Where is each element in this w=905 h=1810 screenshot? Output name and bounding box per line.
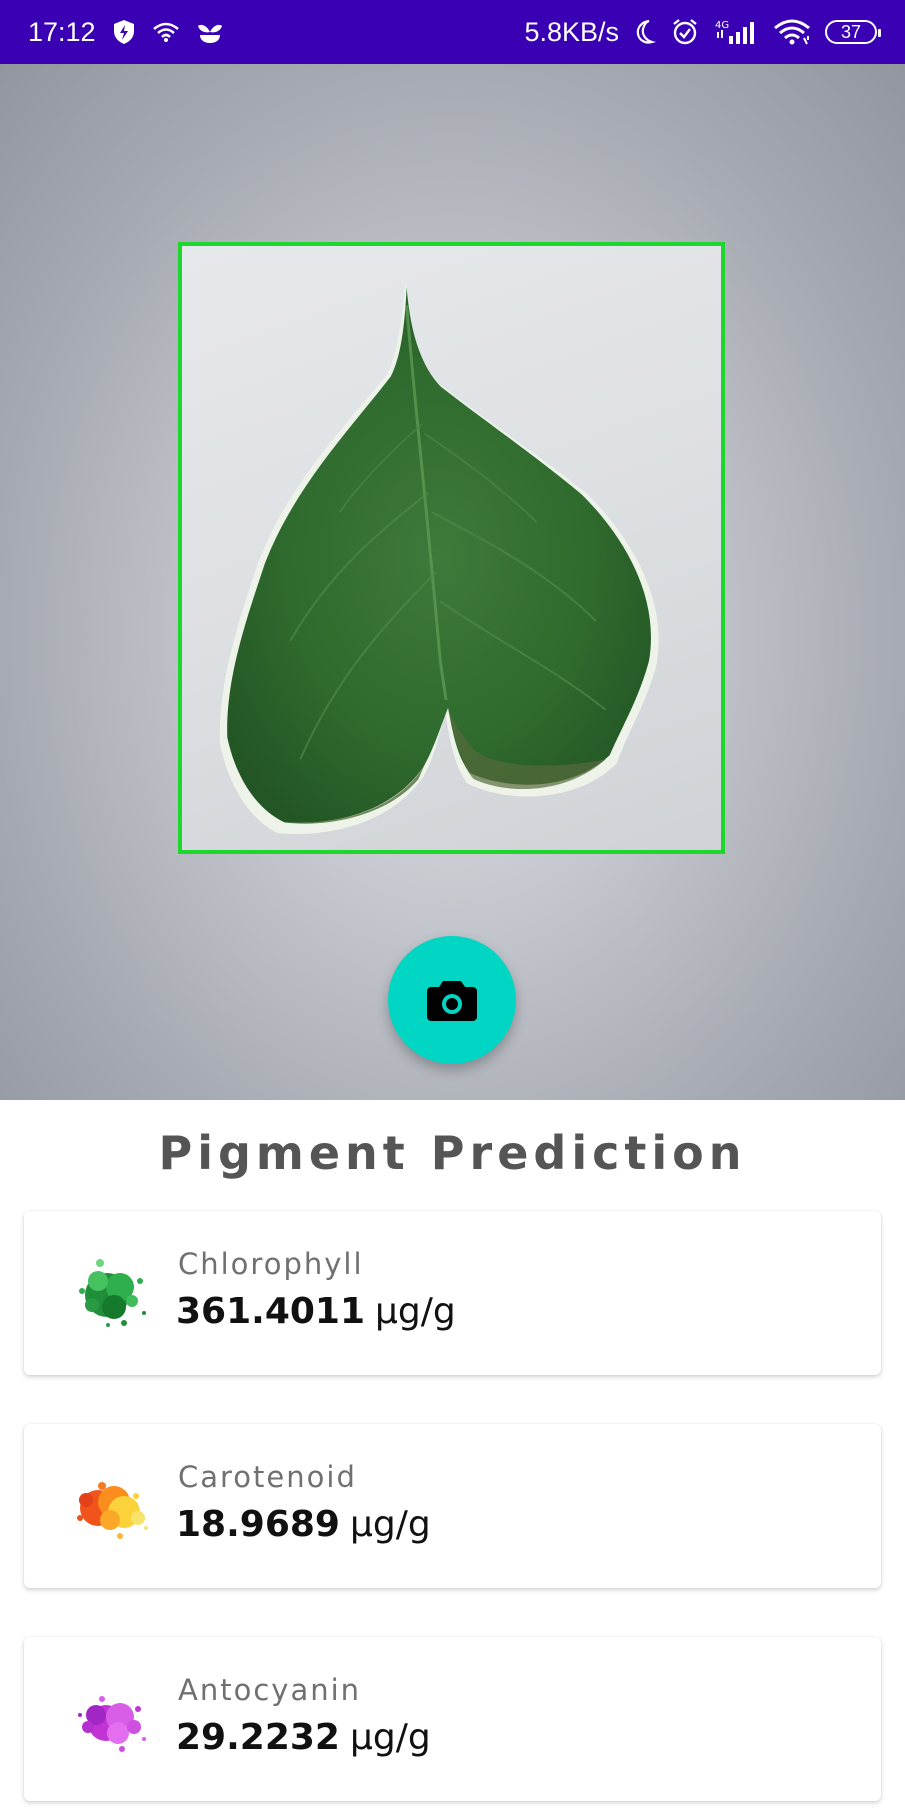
leaf-detection-frame [178,242,725,854]
pigment-value-number: 361.4011 [176,1291,366,1332]
moon-icon [633,19,657,45]
wifi-icon [773,18,811,46]
results-title: Pigment Prediction [158,1126,747,1180]
capture-button[interactable] [388,936,516,1064]
alarm-icon [671,18,699,46]
network-speed: 5.8KB/s [524,16,619,47]
pigment-name: Antocyanin [178,1673,362,1707]
green-paint-splash-icon [79,1259,146,1327]
shield-bolt-icon [112,19,136,45]
pigment-name: Carotenoid [178,1460,357,1494]
pigment-value-unit: µg/g [349,1717,431,1758]
battery-level: 37 [840,21,862,42]
pigment-card-carotenoid: Carotenoid 18.9689 µg/g [24,1424,881,1588]
status-bar: 17:12 5.8KB/s 4G 37 [0,0,905,64]
status-time: 17:12 [28,16,96,47]
pigment-card-antocyanin: Antocyanin 29.2232 µg/g [24,1637,881,1801]
pigment-value-unit: µg/g [375,1291,456,1332]
camera-preview [0,64,905,1100]
pigment-name: Chlorophyll [178,1247,364,1281]
camera-icon [427,981,477,1021]
leaf-image [219,281,659,835]
pigment-value: 361.4011 µg/g [176,1291,456,1332]
status-bar-left: 17:12 [28,17,224,48]
pigment-value: 29.2232 µg/g [176,1717,431,1758]
results-panel: Pigment Prediction Chlorophyll 361.4011 µ… [0,1100,905,1810]
battery-icon: 37 [825,20,881,44]
network-type-label: 4G [715,20,729,31]
pigment-value: 18.9689 µg/g [176,1504,431,1545]
pigment-value-number: 29.2232 [176,1717,340,1758]
plant-sprout-icon [196,20,224,44]
pigment-value-number: 18.9689 [176,1504,340,1545]
purple-paint-splash-icon [78,1696,146,1752]
cell-signal-icon: 4G [713,18,759,46]
status-bar-right: 5.8KB/s 4G 37 [524,16,881,48]
orange-paint-splash-icon [77,1482,148,1539]
pigment-value-unit: µg/g [349,1504,431,1545]
pigment-card-chlorophyll: Chlorophyll 361.4011 µg/g [24,1211,881,1375]
wifi-hotspot-icon [152,21,180,43]
